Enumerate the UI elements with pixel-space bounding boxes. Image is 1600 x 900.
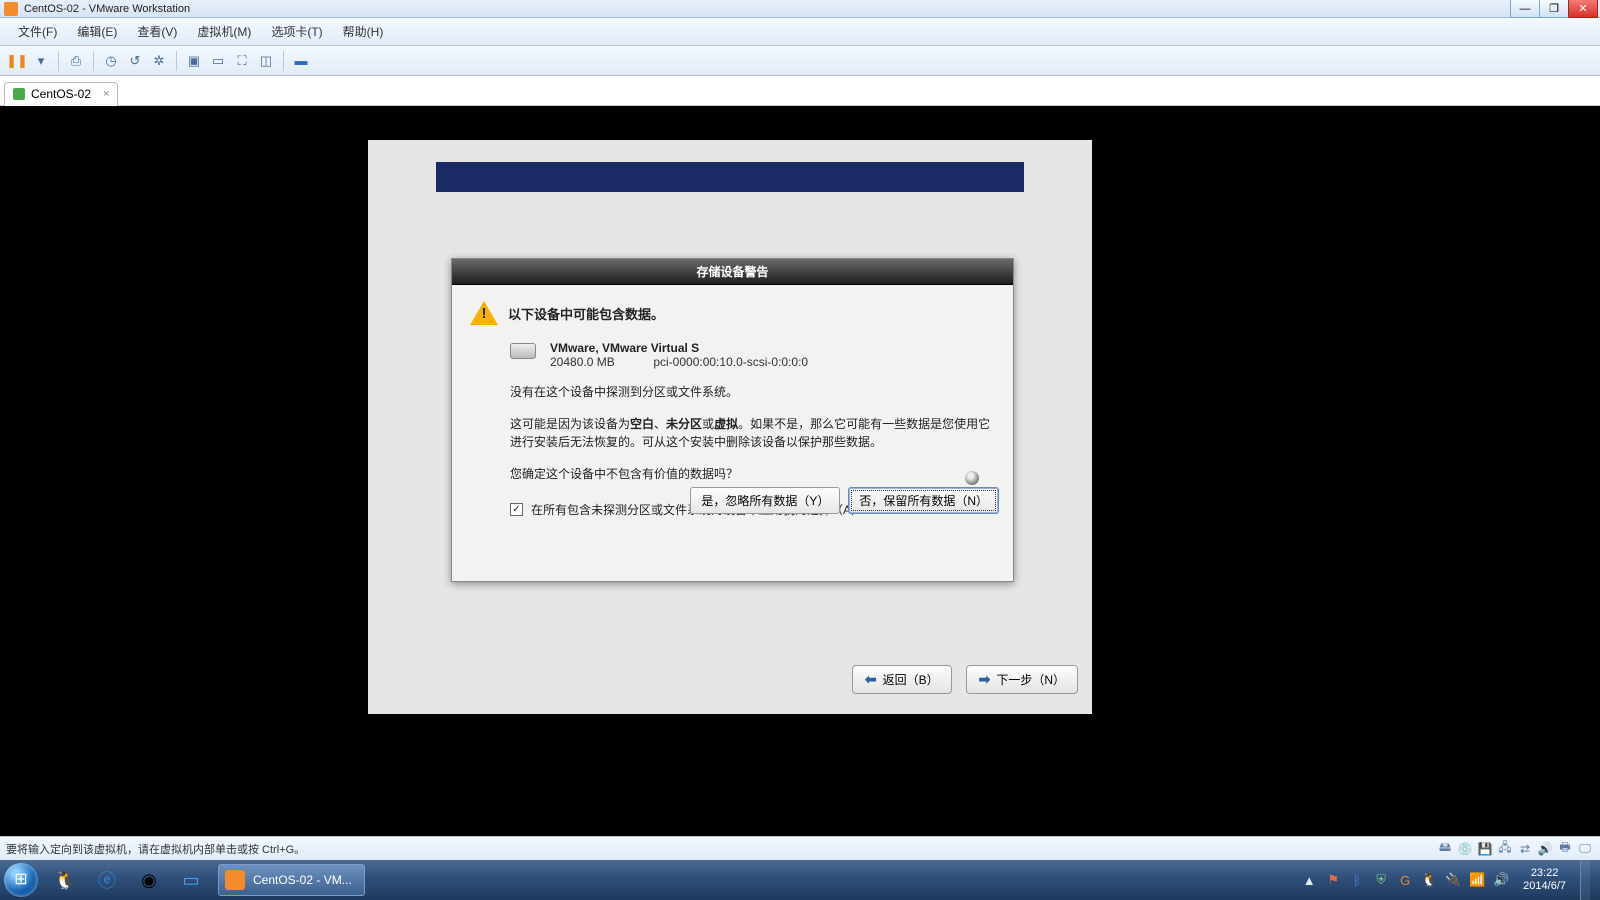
pause-icon[interactable]: ❚❚	[6, 50, 28, 72]
toolbar: ❚❚ ▾ ⎙ ◷ ↺ ✲ ▣ ▭ ⛶ ◫ ▬	[0, 46, 1600, 76]
taskbar-vmware-label: CentOS-02 - VM...	[253, 873, 352, 887]
device-floppy-icon[interactable]: 💾	[1478, 842, 1492, 856]
window-minimize-button[interactable]: —	[1510, 0, 1540, 18]
fit-guest-icon[interactable]: ▣	[183, 50, 205, 72]
vmware-app-icon	[4, 2, 18, 16]
no-keep-button[interactable]: 否，保留所有数据（N）	[848, 487, 999, 514]
dialog-body-line2: 这可能是因为该设备为空白、未分区或虚拟。如果不是，那么它可能有一些数据是您使用它…	[510, 415, 995, 451]
clock-date: 2014/6/7	[1523, 880, 1566, 893]
console-view-icon[interactable]: ▬	[290, 50, 312, 72]
show-desktop-button[interactable]	[1580, 860, 1590, 900]
wizard-back-label: 返回（B）	[883, 671, 939, 688]
start-button[interactable]	[0, 860, 42, 900]
device-path: pci-0000:00:10.0-scsi-0:0:0:0	[653, 355, 808, 369]
warning-icon: !	[470, 299, 498, 327]
yes-discard-button[interactable]: 是，忽略所有数据（Y）	[690, 487, 840, 514]
arrow-right-icon: ➡	[979, 671, 991, 688]
toolbar-separator	[58, 51, 59, 71]
vm-running-icon	[13, 88, 25, 100]
device-hdd-icon[interactable]: 🖴	[1438, 842, 1452, 856]
revert-icon[interactable]: ↺	[124, 50, 146, 72]
window-maximize-button[interactable]: ❐	[1539, 0, 1569, 18]
tray-app1-icon[interactable]: G	[1397, 872, 1413, 888]
menu-bar: 文件(F) 编辑(E) 查看(V) 虚拟机(M) 选项卡(T) 帮助(H)	[0, 18, 1600, 46]
device-name: VMware, VMware Virtual S	[550, 341, 699, 355]
wizard-next-button[interactable]: ➡ 下一步（N）	[966, 665, 1078, 694]
power-dropdown-icon[interactable]: ▾	[30, 50, 52, 72]
fit-window-icon[interactable]: ▭	[207, 50, 229, 72]
device-usb-icon[interactable]: ⇄	[1518, 842, 1532, 856]
device-printer-icon[interactable]: 🖶	[1558, 842, 1572, 856]
pinned-chrome-icon[interactable]: ◉	[130, 864, 168, 896]
tray-clock[interactable]: 23:22 2014/6/7	[1517, 867, 1572, 893]
toolbar-separator	[283, 51, 284, 71]
pinned-qq-icon[interactable]: 🐧	[46, 864, 84, 896]
device-sound-icon[interactable]: 🔊	[1538, 842, 1552, 856]
tray-volume-icon[interactable]: 🔊	[1493, 872, 1509, 888]
status-hint: 要将输入定向到该虚拟机，请在虚拟机内部单击或按 Ctrl+G。	[6, 841, 305, 857]
windows-taskbar: 🐧 ⓔ ◉ ▭ CentOS-02 - VM... ▲ ⚑ ᛒ ⛨ G 🐧 🔌 …	[0, 860, 1600, 900]
toolbar-separator	[176, 51, 177, 71]
tray-app2-icon[interactable]: 🐧	[1421, 872, 1437, 888]
tab-label: CentOS-02	[31, 87, 91, 101]
window-title-bar: CentOS-02 - VMware Workstation — ❐ ✕	[0, 0, 1600, 18]
settings-icon[interactable]: ✲	[148, 50, 170, 72]
vmware-task-icon	[225, 870, 245, 890]
dialog-heading: 以下设备中可能包含数据。	[508, 304, 664, 323]
tab-bar: CentOS-02 ×	[0, 76, 1600, 106]
tray-bluetooth-icon[interactable]: ᛒ	[1349, 872, 1365, 888]
pinned-explorer-icon[interactable]: ▭	[172, 864, 210, 896]
dialog-title: 存储设备警告	[452, 259, 1013, 285]
harddrive-icon	[510, 343, 536, 359]
wizard-next-label: 下一步（N）	[996, 671, 1065, 688]
installer-header-banner	[436, 162, 1024, 192]
apply-all-checkbox[interactable]: ✓	[510, 503, 523, 516]
fullscreen-icon[interactable]: ⛶	[231, 50, 253, 72]
window-title: CentOS-02 - VMware Workstation	[24, 3, 190, 15]
tray-power-icon[interactable]: 🔌	[1445, 872, 1461, 888]
clock-time: 23:22	[1523, 867, 1566, 880]
storage-warning-dialog: 存储设备警告 ! 以下设备中可能包含数据。 VMware, VMware Vir…	[451, 258, 1014, 582]
snapshot-manager-icon[interactable]: ◷	[100, 50, 122, 72]
dialog-body-line1: 没有在这个设备中探测到分区或文件系统。	[510, 383, 995, 401]
menu-file[interactable]: 文件(F)	[8, 19, 67, 44]
toolbar-separator	[93, 51, 94, 71]
tray-show-hidden-icon[interactable]: ▲	[1301, 872, 1317, 888]
dialog-body-line3: 您确定这个设备中不包含有价值的数据吗？	[510, 465, 995, 483]
menu-tabs[interactable]: 选项卡(T)	[261, 19, 332, 44]
device-size: 20480.0 MB	[550, 355, 650, 369]
device-network-icon[interactable]: 🖧	[1498, 842, 1512, 856]
menu-edit[interactable]: 编辑(E)	[67, 19, 127, 44]
tray-shield-icon[interactable]: ⛨	[1373, 872, 1389, 888]
arrow-left-icon: ⬅	[865, 671, 877, 688]
wizard-back-button[interactable]: ⬅ 返回（B）	[852, 665, 952, 694]
vm-device-icons: 🖴 💿 💾 🖧 ⇄ 🔊 🖶 🖵	[1438, 842, 1600, 856]
snapshot-take-icon[interactable]: ⎙	[65, 50, 87, 72]
window-close-button[interactable]: ✕	[1568, 0, 1598, 18]
tray-flag-icon[interactable]: ⚑	[1325, 872, 1341, 888]
tab-centos-02[interactable]: CentOS-02 ×	[4, 82, 118, 106]
tab-close-button[interactable]: ×	[103, 88, 109, 100]
tray-network-icon[interactable]: 📶	[1469, 872, 1485, 888]
menu-view[interactable]: 查看(V)	[127, 19, 187, 44]
device-info: VMware, VMware Virtual S 20480.0 MB pci-…	[550, 341, 808, 369]
pinned-ie-icon[interactable]: ⓔ	[88, 864, 126, 896]
taskbar-vmware-button[interactable]: CentOS-02 - VM...	[218, 864, 365, 896]
device-display-icon[interactable]: 🖵	[1578, 842, 1592, 856]
vmware-status-bar: 要将输入定向到该虚拟机，请在虚拟机内部单击或按 Ctrl+G。 🖴 💿 💾 🖧 …	[0, 836, 1600, 860]
busy-spinner-icon	[965, 471, 979, 485]
menu-vm[interactable]: 虚拟机(M)	[187, 19, 261, 44]
unity-icon[interactable]: ◫	[255, 50, 277, 72]
device-cd-icon[interactable]: 💿	[1458, 842, 1472, 856]
menu-help[interactable]: 帮助(H)	[333, 19, 394, 44]
